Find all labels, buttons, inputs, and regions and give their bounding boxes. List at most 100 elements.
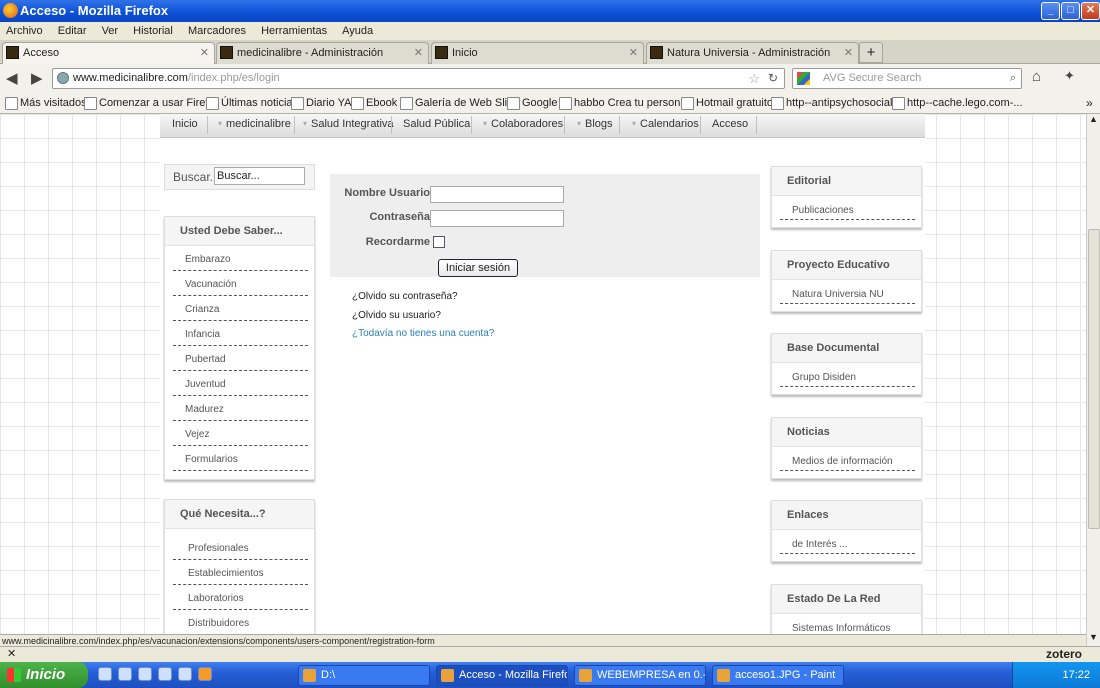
link-natura-universia[interactable]: Natura Universia NU — [792, 289, 912, 300]
search-bar[interactable]: AVG Secure Search ⌕ — [792, 68, 1022, 89]
url-bar[interactable]: www.medicinalibre.com/index.php/es/login… — [52, 68, 785, 89]
link-sistemas-informaticos[interactable]: Sistemas Informáticos — [792, 623, 912, 634]
taskbar-item-paint[interactable]: acceso1.JPG - Paint — [712, 665, 844, 686]
menu-herramientas[interactable]: Herramientas — [261, 25, 327, 37]
menu-ver[interactable]: Ver — [102, 25, 119, 37]
close-tab-icon[interactable]: ✕ — [200, 43, 209, 63]
site-search-input[interactable] — [214, 167, 305, 185]
menu-link-vejez[interactable]: Vejez — [185, 429, 305, 440]
module-enlaces: Enlaces de Interés ... — [771, 500, 922, 562]
forgot-username-link[interactable]: ¿Olvido su usuario? — [352, 310, 441, 321]
menu-archivo[interactable]: Archivo — [6, 25, 43, 37]
reload-icon[interactable]: ↻ — [768, 69, 778, 88]
vertical-scrollbar[interactable]: ▲ ▼ — [1086, 114, 1100, 646]
link-grupo-disiden[interactable]: Grupo Disiden — [792, 372, 912, 383]
bookmark-mas-visitados[interactable]: Más visitados — [5, 92, 87, 113]
quicklaunch-desktop-icon[interactable] — [98, 667, 112, 681]
back-icon[interactable]: ◀ — [6, 69, 18, 87]
scroll-up-icon[interactable]: ▲ — [1089, 114, 1098, 124]
joomla-favicon-icon — [220, 46, 233, 59]
menu-link-formularios[interactable]: Formularios — [185, 454, 305, 465]
tab-medicinalibre-admin[interactable]: medicinalibre - Administración ✕ — [216, 42, 429, 64]
quicklaunch-outlook-icon[interactable] — [158, 667, 172, 681]
register-link[interactable]: ¿Todavía no tienes una cuenta? — [352, 328, 494, 339]
clock[interactable]: 17:22 — [1062, 669, 1090, 681]
login-submit-button[interactable]: Iniciar sesión — [438, 259, 518, 277]
bookmark-comenzar[interactable]: Comenzar a usar Firef... — [84, 92, 218, 113]
firefox-logo-icon — [3, 3, 18, 18]
new-tab-button[interactable]: + — [859, 42, 883, 63]
nav-medicinalibre[interactable]: medicinalibre — [218, 114, 291, 134]
menu-link-embarazo[interactable]: Embarazo — [185, 254, 305, 265]
module-proyecto-educativo: Proyecto Educativo Natura Universia NU — [771, 250, 922, 312]
zotero-button[interactable]: zotero — [1046, 647, 1082, 661]
forgot-password-link[interactable]: ¿Olvido su contraseña? — [352, 291, 458, 302]
username-field[interactable] — [430, 186, 564, 203]
tab-inicio[interactable]: Inicio ✕ — [431, 42, 644, 64]
bookmarks-overflow-icon[interactable]: » — [1086, 92, 1093, 113]
search-engine-icon[interactable] — [797, 72, 810, 85]
forward-icon[interactable]: ▶ — [31, 69, 43, 87]
nav-blogs[interactable]: Blogs — [577, 114, 612, 134]
menu-link-profesionales[interactable]: Profesionales — [188, 543, 308, 554]
bookmark-star-icon[interactable]: ☆ — [748, 69, 760, 88]
bookmark-ultimas-noticias[interactable]: Últimas noticias — [205, 92, 298, 113]
menu-link-distribuidores[interactable]: Distribuidores — [188, 618, 308, 629]
bookmark-google[interactable]: Google — [506, 92, 557, 113]
page-viewport: Inicio medicinalibre Salud Integrativa S… — [0, 114, 1086, 634]
maximize-button[interactable]: □ — [1061, 2, 1080, 20]
close-window-button[interactable]: ✕ — [1081, 2, 1100, 20]
nav-colaboradores[interactable]: Colaboradores — [483, 114, 563, 134]
bookmark-diario-ya[interactable]: Diario YA — [290, 92, 351, 113]
menu-link-juventud[interactable]: Juventud — [185, 379, 305, 390]
password-field[interactable] — [430, 210, 564, 227]
menu-historial[interactable]: Historial — [133, 25, 173, 37]
home-icon[interactable]: ⌂ — [1032, 68, 1041, 85]
tab-natura-admin[interactable]: Natura Universia - Administración ✕ — [646, 42, 859, 64]
search-icon[interactable]: ⌕ — [1010, 69, 1016, 88]
menu-link-infancia[interactable]: Infancia — [185, 329, 305, 340]
menu-marcadores[interactable]: Marcadores — [188, 25, 246, 37]
menu-link-laboratorios[interactable]: Laboratorios — [188, 593, 308, 604]
quicklaunch-ie-icon[interactable] — [118, 667, 132, 681]
nav-acceso[interactable]: Acceso — [712, 114, 748, 134]
quicklaunch-messenger-icon[interactable] — [178, 667, 192, 681]
extension-icon[interactable]: ✦ — [1064, 68, 1075, 84]
bookmark-antipsychosocial[interactable]: http--antipsychosocial... — [771, 92, 902, 113]
quicklaunch-firefox-icon[interactable] — [198, 667, 212, 681]
menu-ayuda[interactable]: Ayuda — [342, 25, 373, 37]
bookmark-habbo[interactable]: habbo Crea tu person... — [559, 92, 690, 113]
menu-editar[interactable]: Editar — [58, 25, 87, 37]
taskbar-item-webempresa[interactable]: WEBEMPRESA en 0.-... — [574, 665, 706, 686]
bookmark-hotmail[interactable]: Hotmail gratuito — [680, 92, 773, 113]
close-tab-icon[interactable]: ✕ — [844, 43, 853, 63]
taskbar-item-firefox[interactable]: Acceso - Mozilla Firefox — [436, 665, 568, 686]
taskbar-item-d-drive[interactable]: D:\ — [298, 665, 430, 686]
link-publicaciones[interactable]: Publicaciones — [792, 205, 912, 216]
menu-link-crianza[interactable]: Crianza — [185, 304, 305, 315]
bookmark-ebook[interactable]: Ebook — [350, 92, 397, 113]
close-tab-icon[interactable]: ✕ — [414, 43, 423, 63]
nav-salud-integrativa[interactable]: Salud Integrativa — [303, 114, 394, 134]
scrollbar-thumb[interactable] — [1088, 229, 1100, 529]
menu-link-vacunacion[interactable]: Vacunación — [185, 279, 305, 290]
link-de-interes[interactable]: de Interés ... — [792, 539, 912, 550]
scroll-down-icon[interactable]: ▼ — [1089, 632, 1098, 642]
tab-acceso[interactable]: Acceso ✕ — [2, 42, 215, 65]
bookmark-lego[interactable]: http--cache.lego.com-... — [892, 92, 1023, 113]
remember-checkbox[interactable] — [433, 236, 445, 248]
nav-calendarios[interactable]: Calendarios — [632, 114, 699, 134]
menu-link-pubertad[interactable]: Pubertad — [185, 354, 305, 365]
menu-link-establecimientos[interactable]: Establecimientos — [188, 568, 308, 579]
addon-bar-close-icon[interactable]: ✕ — [7, 647, 16, 660]
nav-inicio[interactable]: Inicio — [172, 114, 198, 134]
close-tab-icon[interactable]: ✕ — [629, 43, 638, 63]
menu-link-madurez[interactable]: Madurez — [185, 404, 305, 415]
link-medios[interactable]: Medios de información — [792, 456, 912, 467]
start-button[interactable]: Inicio — [0, 662, 88, 688]
nav-salud-publica[interactable]: Salud Pública — [403, 114, 470, 134]
bookmark-galeria[interactable]: Galería de Web Slice — [400, 92, 519, 113]
navigation-bar: ◀ ▶ www.medicinalibre.com/index.php/es/l… — [0, 64, 1100, 92]
quicklaunch-word-icon[interactable] — [138, 667, 152, 681]
minimize-button[interactable]: _ — [1041, 2, 1060, 20]
